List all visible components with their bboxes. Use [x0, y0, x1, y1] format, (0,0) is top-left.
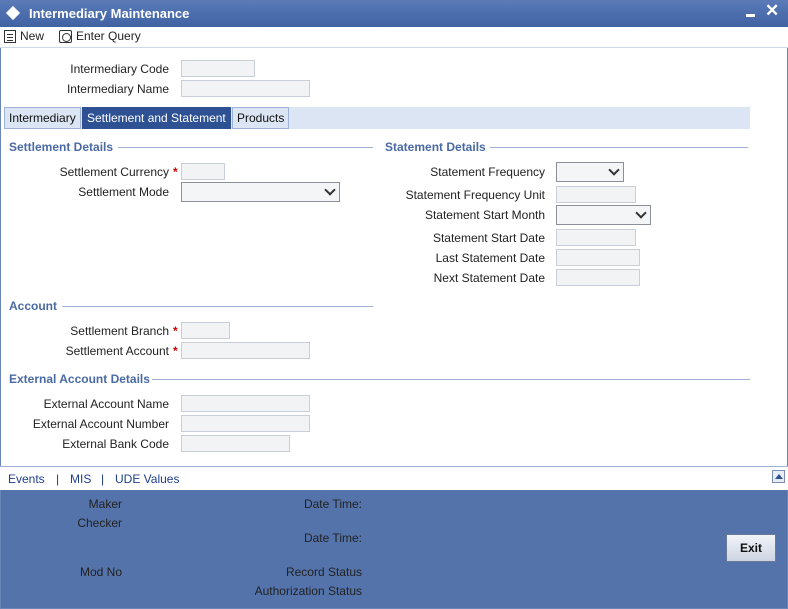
settlement-account-label: Settlement Account [65, 344, 169, 358]
external-account-name-label: External Account Name [43, 397, 169, 411]
chevron-down-icon [324, 184, 336, 196]
account-divider [62, 306, 373, 307]
mod-no-label: Mod No [79, 565, 122, 579]
link-separator: | [101, 472, 105, 486]
next-statement-date-label: Next Statement Date [433, 271, 545, 285]
statement-frequency-unit-field[interactable] [556, 186, 636, 203]
new-button[interactable]: New [4, 29, 44, 43]
maker-date-time-label: Date Time: [303, 497, 362, 511]
intermediary-code-field[interactable] [181, 60, 255, 77]
statement-start-month-label: Statement Start Month [424, 208, 545, 222]
external-account-details-title: External Account Details [9, 372, 150, 386]
settlement-currency-field[interactable] [181, 163, 225, 180]
record-status-label: Record Status [285, 565, 362, 579]
settlement-currency-required: * [173, 165, 178, 179]
ude-values-link[interactable]: UDE Values [115, 472, 179, 486]
statement-frequency-select[interactable] [556, 162, 624, 182]
window-title: Intermediary Maintenance [29, 6, 190, 21]
enter-query-icon [59, 29, 72, 43]
settlement-details-divider [118, 147, 373, 148]
statement-start-date-field[interactable] [556, 229, 636, 246]
tab-settlement-and-statement[interactable]: Settlement and Statement [82, 107, 231, 129]
tab-intermediary[interactable]: Intermediary [4, 107, 81, 129]
account-title: Account [9, 299, 57, 313]
last-statement-date-field[interactable] [556, 249, 640, 266]
minimize-icon[interactable] [745, 5, 757, 19]
statement-start-month-select[interactable] [556, 205, 651, 225]
checker-label: Checker [77, 516, 122, 530]
statement-start-date-label: Statement Start Date [432, 231, 545, 245]
settlement-branch-field[interactable] [181, 322, 230, 339]
statement-details-title: Statement Details [385, 140, 486, 154]
settlement-details-title: Settlement Details [9, 140, 114, 154]
external-account-divider [152, 379, 750, 380]
enter-query-label: Enter Query [76, 29, 141, 43]
external-account-name-field[interactable] [181, 395, 310, 412]
external-account-number-label: External Account Number [32, 417, 169, 431]
external-bank-code-field[interactable] [181, 435, 290, 452]
events-link[interactable]: Events [8, 472, 45, 486]
exit-button[interactable]: Exit [726, 534, 776, 562]
authorization-status-label: Authorization Status [254, 584, 362, 598]
settlement-account-required: * [173, 344, 178, 358]
tab-products[interactable]: Products [232, 107, 290, 129]
settlement-account-field[interactable] [181, 342, 310, 359]
intermediary-name-label: Intermediary Name [66, 82, 169, 96]
toolbar: New Enter Query [0, 27, 788, 48]
external-account-number-field[interactable] [181, 415, 310, 432]
link-bar: Events | MIS | UDE Values [0, 466, 788, 490]
maker-label: Maker [88, 497, 122, 511]
close-icon[interactable]: ✕ [765, 2, 779, 20]
chevron-down-icon [635, 207, 647, 219]
app-diamond-icon [5, 5, 21, 21]
statement-details-divider [490, 147, 748, 148]
external-bank-code-label: External Bank Code [62, 437, 169, 451]
settlement-currency-label: Settlement Currency [59, 165, 169, 179]
statement-frequency-label: Statement Frequency [430, 165, 545, 179]
settlement-mode-select[interactable] [181, 182, 340, 202]
last-statement-date-label: Last Statement Date [435, 251, 545, 265]
link-separator: | [56, 472, 60, 486]
intermediary-code-label: Intermediary Code [70, 62, 169, 76]
settlement-mode-label: Settlement Mode [78, 185, 169, 199]
checker-date-time-label: Date Time: [303, 531, 362, 545]
intermediary-name-field[interactable] [181, 80, 310, 97]
chevron-down-icon [608, 164, 620, 176]
statement-frequency-unit-label: Statement Frequency Unit [405, 188, 545, 202]
new-label: New [20, 29, 45, 43]
next-statement-date-field[interactable] [556, 269, 640, 286]
mis-link[interactable]: MIS [70, 472, 91, 486]
scroll-up-icon[interactable] [772, 470, 785, 483]
settlement-branch-label: Settlement Branch [70, 324, 169, 338]
new-document-icon [4, 29, 16, 43]
enter-query-button[interactable]: Enter Query [59, 29, 141, 43]
title-bar: Intermediary Maintenance ✕ [0, 0, 788, 27]
settlement-branch-required: * [173, 324, 178, 338]
